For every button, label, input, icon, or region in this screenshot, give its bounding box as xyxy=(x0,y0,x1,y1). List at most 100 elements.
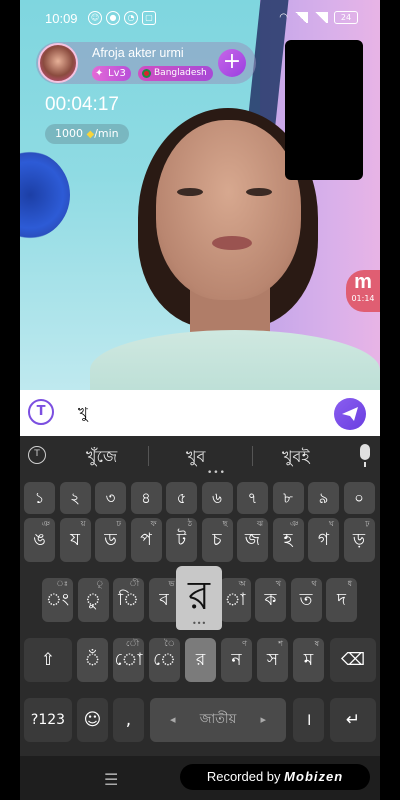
send-button[interactable] xyxy=(334,398,366,430)
keyboard-menu-icon[interactable]: T xyxy=(28,446,46,464)
mobizen-floating-badge[interactable]: m 01:14 xyxy=(346,270,380,312)
signal-icon xyxy=(294,12,308,23)
key-letter[interactable]: দধ xyxy=(326,578,357,622)
key-label: স xyxy=(266,650,279,670)
key-secondary-label: ণ xyxy=(242,639,247,648)
key-secondary-label: ভ xyxy=(168,579,175,588)
key-letter[interactable]: কখ xyxy=(255,578,286,622)
key-letter[interactable]: নণ xyxy=(221,638,252,682)
send-icon xyxy=(342,407,358,421)
key-label: প xyxy=(140,530,152,550)
key-number[interactable]: ৩ xyxy=(95,482,126,514)
key-letter[interactable]: র xyxy=(185,638,216,682)
key-label: , xyxy=(125,710,132,730)
key-letter[interactable]: সশ xyxy=(257,638,288,682)
status-bar: 10:09 ☺ ● ◔ ▢ ◠ 24 xyxy=(20,0,380,36)
key-secondary-label: ঘ xyxy=(329,519,334,528)
key-secondary-label: ছ xyxy=(222,519,228,528)
microphone-icon[interactable] xyxy=(360,444,370,467)
notification-icon: ☺ xyxy=(88,11,102,25)
recording-watermark: Recorded by Mobizen xyxy=(180,764,370,790)
key-letter[interactable]: িী xyxy=(113,578,144,622)
person-lips xyxy=(212,236,252,250)
key-letter[interactable]: পফ xyxy=(130,518,162,562)
key-letter[interactable]: া অ xyxy=(219,578,251,622)
popup-letter: র xyxy=(187,573,210,619)
key-label: ট xyxy=(176,530,187,550)
key-secondary-label: য় xyxy=(80,519,86,528)
avatar[interactable] xyxy=(38,43,78,83)
key-letter[interactable]: ড় ঢ় xyxy=(343,518,375,562)
emoji-key[interactable]: ☺ xyxy=(77,698,108,742)
key-secondary-label: শ xyxy=(278,639,283,648)
status-indicators: ◠ 24 xyxy=(279,11,358,24)
key-secondary-label: ঢ xyxy=(116,519,121,528)
key-letter[interactable]: তথ xyxy=(290,578,322,622)
key-number[interactable]: ২ xyxy=(59,482,91,514)
key-letter[interactable]: চছ xyxy=(201,518,233,562)
key-letter[interactable]: হঞ xyxy=(272,518,304,562)
enter-icon: ↵ xyxy=(345,710,361,730)
more-dots-icon: ••• xyxy=(192,619,207,628)
key-secondary-label: ধ xyxy=(347,579,352,588)
key-secondary-label: ষ xyxy=(314,639,319,648)
comma-key[interactable]: , xyxy=(113,698,144,742)
key-label: ঙ xyxy=(33,530,46,550)
suggestion[interactable]: খুঁজে xyxy=(86,444,117,471)
enter-key[interactable]: ↵ xyxy=(330,698,376,742)
symbols-key[interactable]: ?123 xyxy=(24,698,72,742)
key-number[interactable]: ৯ xyxy=(308,482,339,514)
key-number[interactable]: ৬ xyxy=(201,482,233,514)
key-letter[interactable]: গঘ xyxy=(308,518,339,562)
self-preview-window[interactable] xyxy=(285,40,363,180)
key-letter[interactable]: য য় xyxy=(59,518,91,562)
person-eye xyxy=(177,188,203,196)
key-number[interactable]: ৫ xyxy=(166,482,197,514)
period-key[interactable]: । xyxy=(293,698,324,742)
recording-time: 01:14 xyxy=(351,294,375,303)
rate-amount: 1000 xyxy=(55,127,83,140)
key-letter[interactable]: ডঢ xyxy=(95,518,126,562)
key-letter[interactable]: ংঃ xyxy=(42,578,73,622)
follow-add-button[interactable]: + xyxy=(218,49,246,77)
space-key[interactable]: জাতীয় ◂ ▸ xyxy=(150,698,286,742)
key-label: ু xyxy=(85,590,101,610)
key-label: ং xyxy=(45,590,70,610)
more-dots-icon: ••• xyxy=(207,468,226,478)
key-number[interactable]: ৪ xyxy=(130,482,162,514)
key-label: ড় xyxy=(352,530,366,550)
key-label: দ xyxy=(337,590,346,610)
key-letter[interactable]: োৌ xyxy=(113,638,144,682)
key-label: ম xyxy=(303,650,314,670)
key-number[interactable]: ৭ xyxy=(237,482,268,514)
key-secondary-label: ৌ xyxy=(125,639,139,648)
key-label: ৮ xyxy=(283,489,293,507)
host-name: Afroja akter urmi xyxy=(92,46,184,60)
backspace-key[interactable]: ⌫ xyxy=(330,638,376,682)
key-number[interactable]: ০ xyxy=(343,482,375,514)
menu-icon[interactable]: ☰ xyxy=(104,770,118,789)
suggestion[interactable]: খুব xyxy=(186,444,205,471)
key-label: ?123 xyxy=(30,712,66,728)
shift-key[interactable]: ⇧ xyxy=(24,638,72,682)
key-number[interactable]: ১ xyxy=(24,482,55,514)
key-secondary-label: অ xyxy=(238,579,246,588)
key-letter[interactable]: ঙঞ xyxy=(24,518,55,562)
key-letter[interactable]: টঠ xyxy=(166,518,197,562)
key-secondary-label: ঞ xyxy=(41,519,50,528)
key-label: । xyxy=(305,710,312,730)
emoji-icon: ☺ xyxy=(83,710,102,730)
message-input[interactable] xyxy=(76,400,320,428)
key-letter[interactable]: জঝ xyxy=(237,518,268,562)
key-number[interactable]: ৮ xyxy=(272,482,304,514)
key-secondary-label: ঠ xyxy=(187,519,192,528)
key-letter[interactable]: বভ xyxy=(148,578,180,622)
key-letter[interactable]: ুূ xyxy=(77,578,109,622)
suggestion[interactable]: খুবই xyxy=(282,444,310,471)
host-card[interactable]: Afroja akter urmi ✦ Lv3 Bangladesh + xyxy=(36,42,256,84)
key-letter[interactable]: ঁ xyxy=(77,638,108,682)
key-label: ব xyxy=(159,590,169,610)
translate-icon[interactable]: T xyxy=(28,399,54,425)
key-letter[interactable]: মষ xyxy=(293,638,324,682)
key-letter[interactable]: েৈ xyxy=(149,638,180,682)
